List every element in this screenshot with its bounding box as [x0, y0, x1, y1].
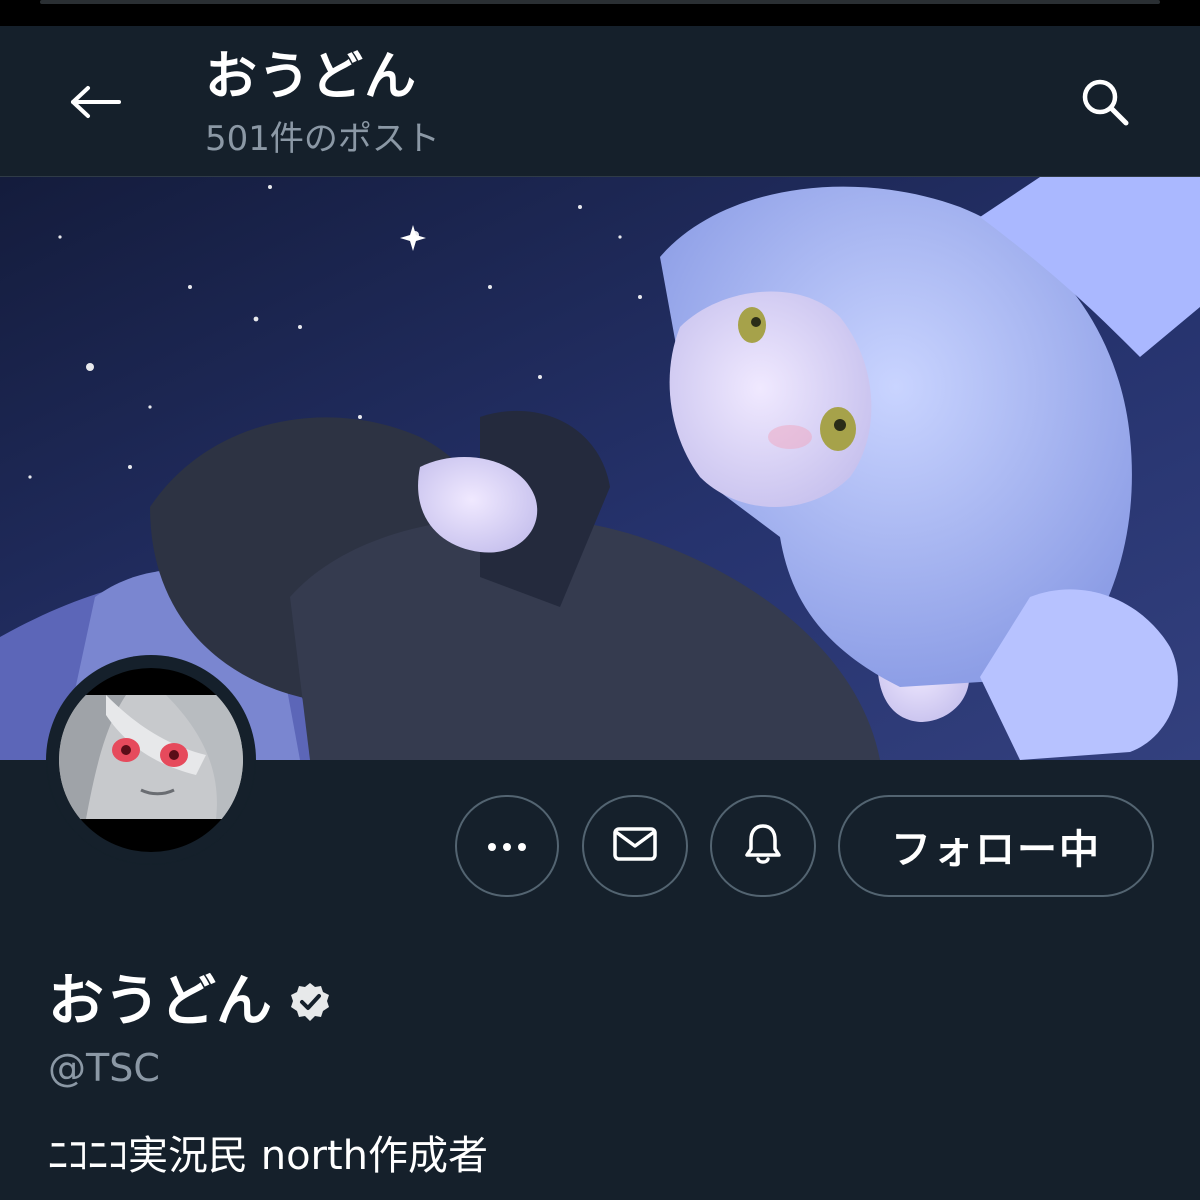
mail-icon — [612, 826, 658, 866]
page-title: おうどん — [205, 47, 418, 107]
more-button[interactable] — [455, 795, 559, 897]
back-button[interactable] — [60, 76, 132, 132]
more-dots-icon — [487, 837, 527, 856]
message-button[interactable] — [582, 795, 688, 897]
profile-avatar[interactable] — [46, 655, 256, 865]
following-button[interactable]: フォロー中 — [838, 795, 1154, 897]
top-bar: おうどん 501件のポスト — [0, 26, 1200, 177]
status-bar-line — [40, 0, 1160, 4]
bell-icon — [743, 822, 783, 870]
notification-bell-button[interactable] — [710, 795, 816, 897]
profile-screen: おうどん 501件のポスト フォロー中 おうどん @TSC ﾆｺﾆｺ実況民 no… — [0, 0, 1200, 1200]
profile-handle: @TSC — [48, 1046, 160, 1090]
status-strip — [0, 0, 1200, 26]
verified-badge-icon[interactable] — [288, 980, 332, 1024]
arrow-left-icon — [69, 85, 123, 123]
profile-name: おうどん — [48, 969, 272, 1034]
profile-name-row: おうどん — [48, 966, 332, 1038]
search-icon — [1079, 76, 1131, 132]
profile-bio: ﾆｺﾆｺ実況民 north作成者 — [48, 1133, 489, 1179]
title-block: おうどん 501件のポスト — [205, 44, 440, 164]
post-count: 501件のポスト — [205, 119, 440, 159]
search-button[interactable] — [1070, 74, 1140, 134]
